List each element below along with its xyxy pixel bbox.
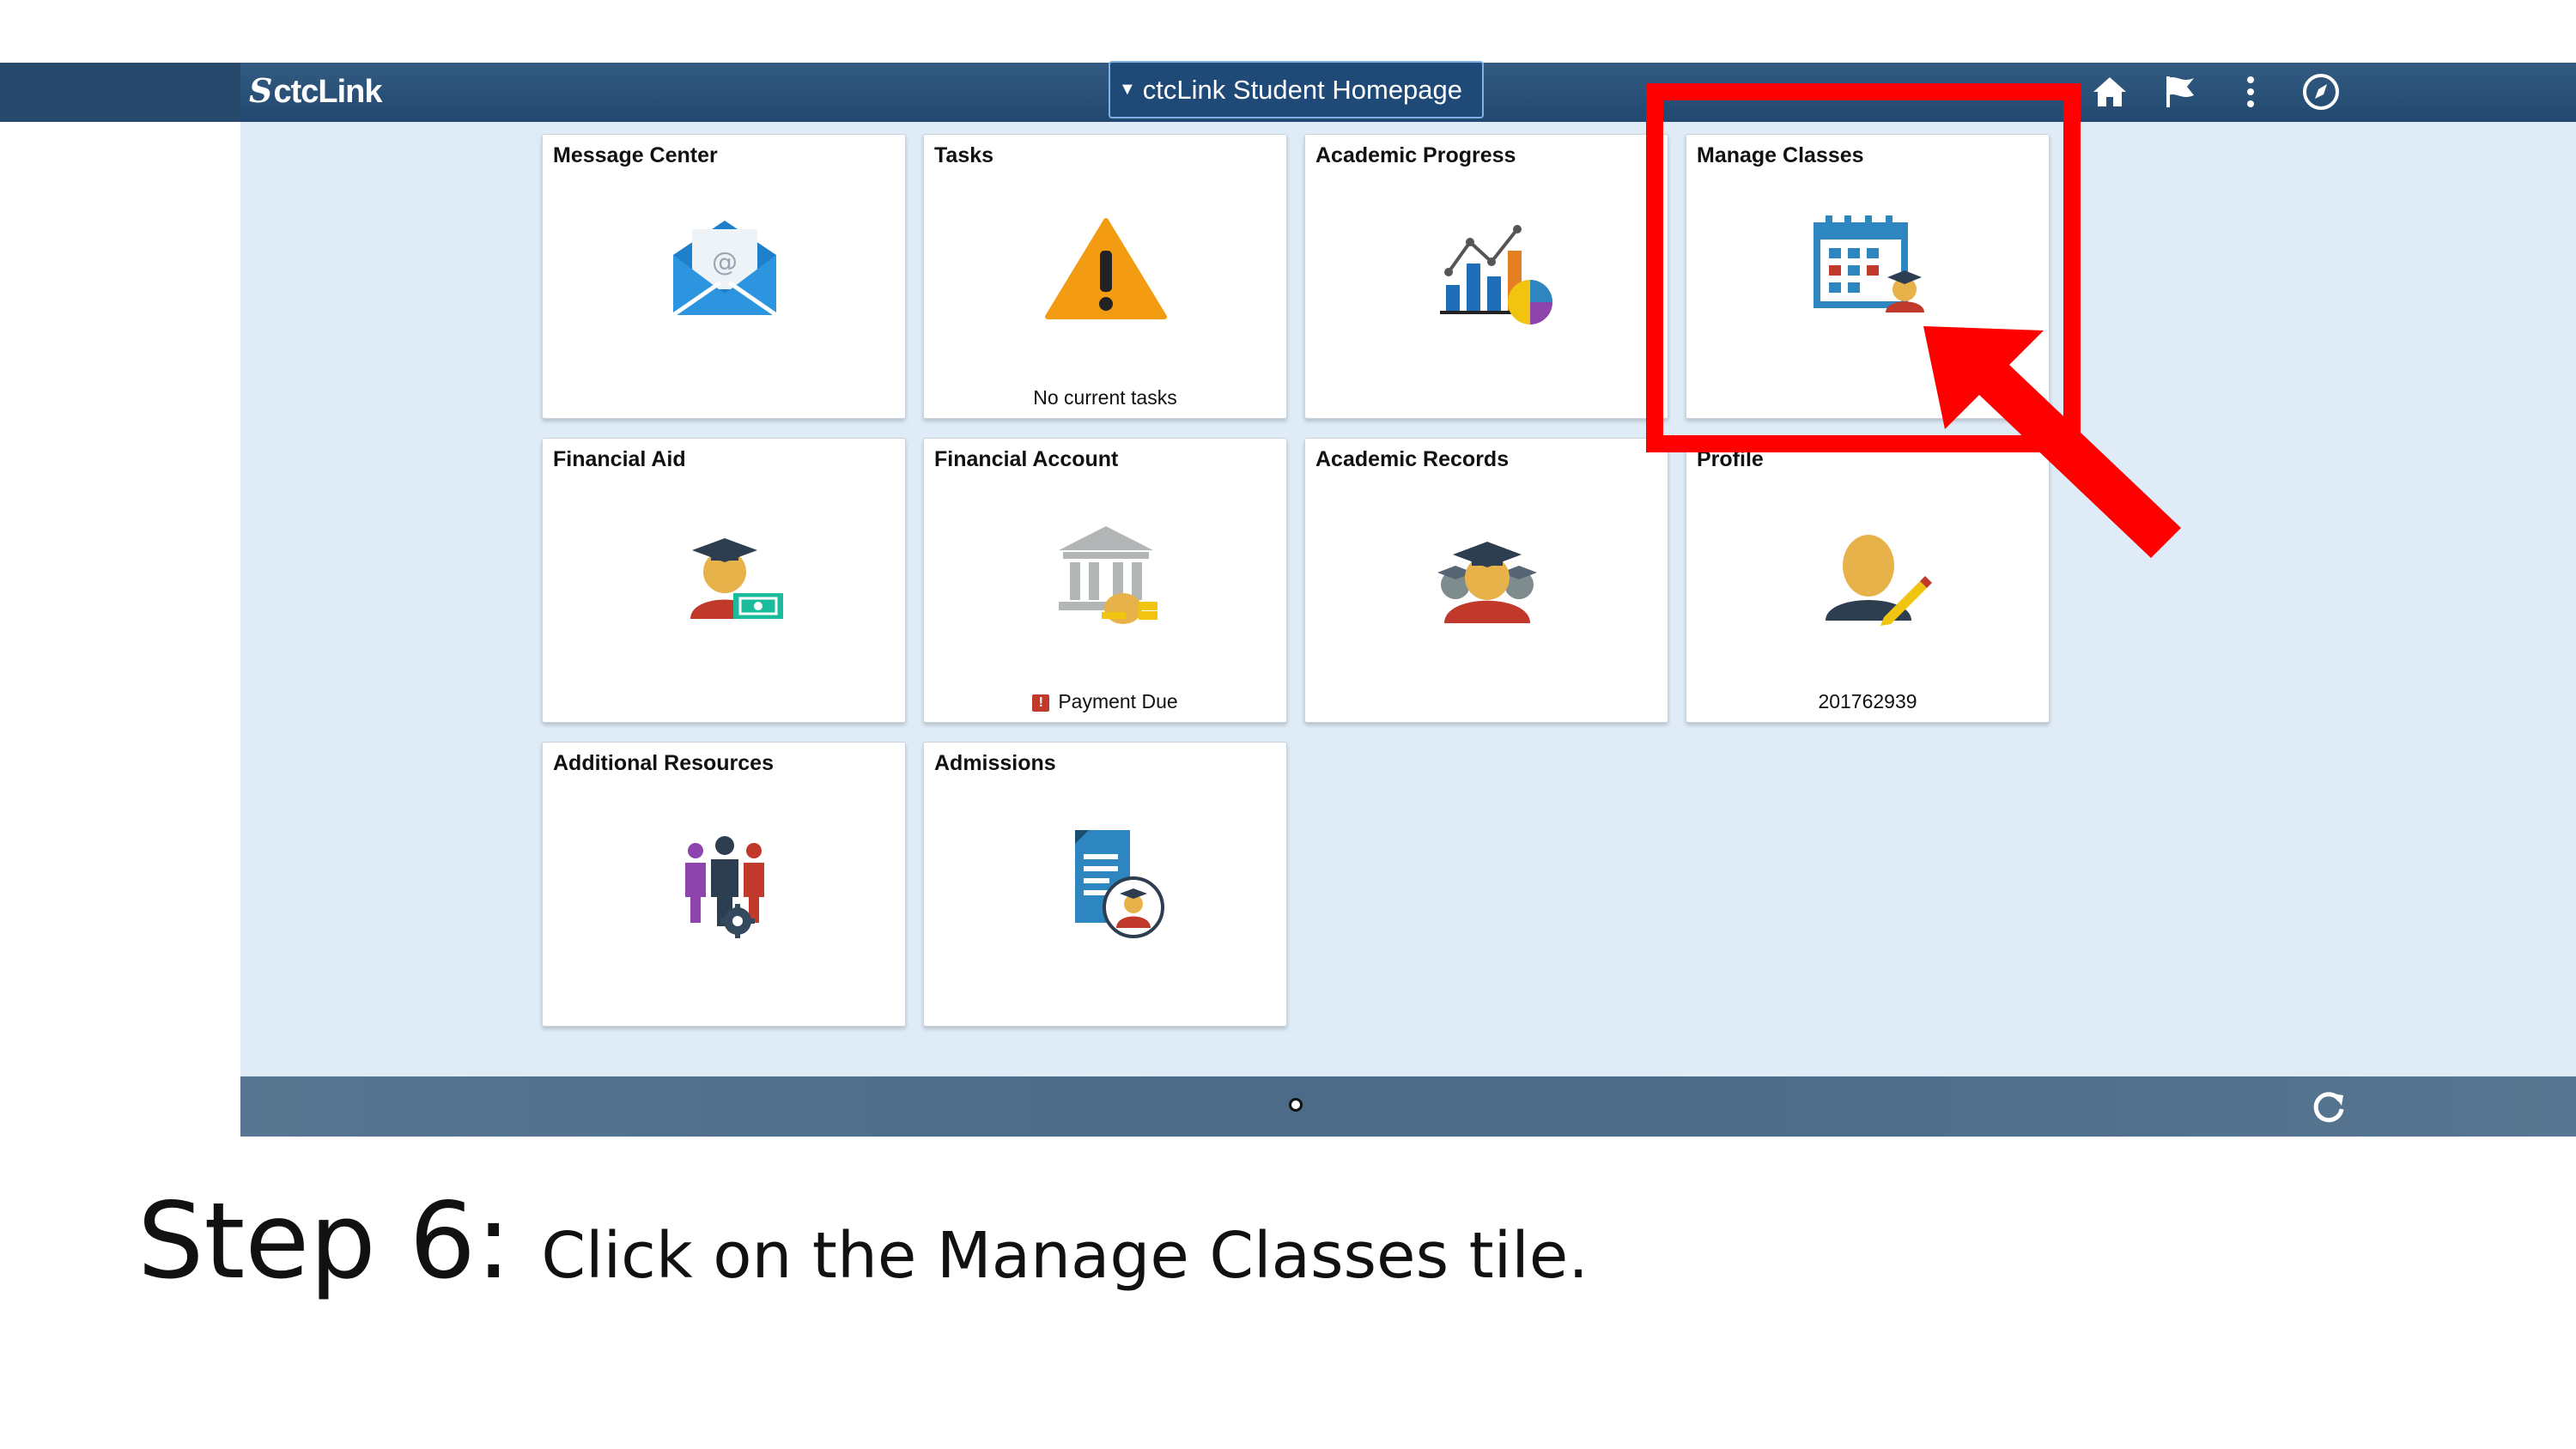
tile-academic-records[interactable]: Academic Records — [1304, 438, 1668, 723]
tile-admissions[interactable]: Admissions — [923, 742, 1287, 1027]
ctclink-logo[interactable]: SctcLink — [249, 67, 383, 115]
bank-icon — [1020, 507, 1192, 636]
tile-additional-resources[interactable]: Additional Resources — [542, 742, 906, 1027]
page-indicator-dot[interactable] — [1289, 1098, 1303, 1112]
payment-due-text: Payment Due — [1058, 690, 1178, 712]
student-id: 201762939 — [1818, 690, 1917, 712]
step-text-before: Click on the — [541, 1219, 917, 1293]
step-text-highlight: Manage Classes — [936, 1219, 1449, 1293]
student-money-icon — [639, 507, 811, 636]
chart-icon — [1401, 203, 1573, 332]
warning-icon — [1020, 203, 1192, 332]
dropdown-triangle-icon: ▼ — [1119, 80, 1136, 99]
tile-title: Financial Account — [934, 447, 1119, 471]
step-text: Click on the Manage Classes tile. — [541, 1219, 1588, 1293]
home-icon[interactable] — [2087, 69, 2133, 115]
tile-title: Financial Aid — [553, 447, 686, 471]
tasks-status: No current tasks — [1033, 386, 1177, 409]
tile-tasks[interactable]: Tasks No current tasks — [923, 134, 1287, 419]
step-instruction: Step 6: Click on the Manage Classes tile… — [137, 1180, 1589, 1302]
payment-due-notice: ! Payment Due — [924, 690, 1286, 713]
footer-left-blank — [0, 1076, 240, 1137]
svg-text:@: @ — [712, 247, 738, 277]
tile-title: Admissions — [934, 751, 1056, 775]
tile-title: Academic Progress — [1315, 143, 1516, 167]
step-text-after: tile. — [1468, 1219, 1589, 1293]
homepage-selector-label: ctcLink Student Homepage — [1142, 74, 1463, 105]
envelope-icon: @ — [639, 203, 811, 332]
homepage-area-right — [2348, 122, 2576, 1076]
tile-title: Academic Records — [1315, 447, 1510, 471]
navbar-compass-icon[interactable] — [2298, 69, 2344, 115]
alert-icon: ! — [1032, 694, 1050, 712]
header-left-strip — [0, 63, 240, 122]
footer-bar — [240, 1076, 2576, 1137]
logo-text: ctcLink — [273, 74, 382, 110]
step-number: Step 6: — [137, 1180, 512, 1302]
tile-academic-progress[interactable]: Academic Progress — [1304, 134, 1668, 419]
tile-title: Message Center — [553, 143, 718, 167]
more-vertical-icon[interactable] — [2227, 69, 2274, 115]
screenshot: SctcLink ▼ ctcLink Student Homepage Mess… — [0, 0, 2576, 1449]
graduates-icon — [1401, 507, 1573, 636]
flag-icon[interactable] — [2157, 69, 2203, 115]
homepage-selector[interactable]: ▼ ctcLink Student Homepage — [1109, 61, 1484, 118]
tile-financial-account[interactable]: Financial Account ! Payment Due — [923, 438, 1287, 723]
refresh-icon[interactable] — [2307, 1085, 2350, 1128]
people-gear-icon — [639, 811, 811, 940]
tile-message-center[interactable]: Message Center @ — [542, 134, 906, 419]
tile-title: Tasks — [934, 143, 994, 167]
annotation-arrow — [1923, 326, 2181, 558]
document-student-icon — [1020, 811, 1192, 940]
tile-financial-aid[interactable]: Financial Aid — [542, 438, 906, 723]
tile-title: Additional Resources — [553, 751, 774, 775]
